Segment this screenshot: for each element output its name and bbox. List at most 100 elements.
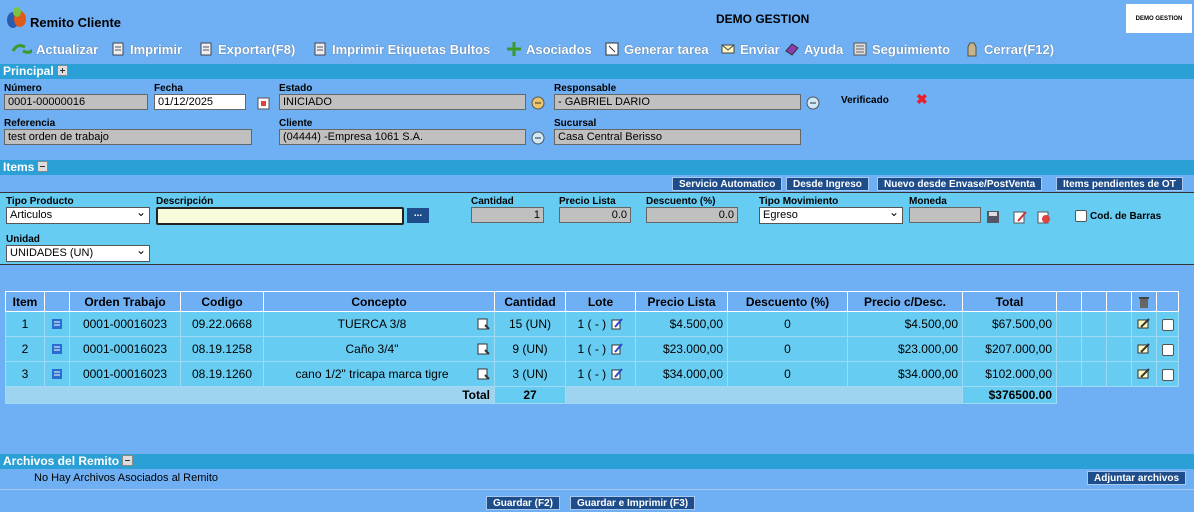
table-row[interactable]: 1 0001-00016023 09.22.0668 TUERCA 3/8 15… <box>5 311 1179 337</box>
row-checkbox[interactable] <box>1161 368 1174 381</box>
moneda-input[interactable] <box>909 207 981 223</box>
cell-item: 3 <box>5 361 45 387</box>
tipo-movimiento-select[interactable]: Egreso <box>759 205 903 224</box>
edit-item-icon[interactable] <box>1012 209 1028 225</box>
guardar-button[interactable]: Guardar (F2) <box>486 496 561 510</box>
print-button[interactable]: Imprimir <box>110 41 182 57</box>
numero-field[interactable]: 0001-00000016 <box>4 94 148 110</box>
col-precio-lista: Precio Lista <box>635 291 728 312</box>
cod-barras-toggle[interactable]: Cod. de Barras <box>1075 210 1161 222</box>
export-button[interactable]: Exportar(F8) <box>198 41 295 57</box>
ot-link-icon[interactable] <box>50 317 64 331</box>
estado-lookup-icon[interactable] <box>530 95 546 111</box>
descripcion-search-button[interactable]: ... <box>407 208 429 223</box>
guardar-imprimir-button[interactable]: Guardar e Imprimir (F3) <box>570 496 696 510</box>
edit-row-icon[interactable] <box>1137 367 1151 381</box>
cell-edit[interactable] <box>1131 361 1157 387</box>
edit-row-icon[interactable] <box>1137 317 1151 331</box>
edit-row-icon[interactable] <box>1137 342 1151 356</box>
cell-ot-icon[interactable] <box>44 361 70 387</box>
ot-link-icon[interactable] <box>50 342 64 356</box>
print-labels-button[interactable]: Imprimir Etiquetas Bultos <box>312 41 490 57</box>
delete-item-icon[interactable] <box>1036 209 1052 225</box>
cod-barras-label: Cod. de Barras <box>1090 210 1162 222</box>
generate-task-button[interactable]: Generar tarea <box>604 41 709 57</box>
unidad-select[interactable]: UNIDADES (UN) <box>6 243 150 262</box>
cell-select[interactable] <box>1156 336 1179 362</box>
refresh-icon <box>11 44 32 54</box>
desde-ingreso-button[interactable]: Desde Ingreso <box>786 177 869 191</box>
ot-link-icon[interactable] <box>50 367 64 381</box>
table-row[interactable]: 2 0001-00016023 08.19.1258 Caño 3/4" 9 (… <box>5 336 1179 362</box>
table-row[interactable]: 3 0001-00016023 08.19.1260 cano 1/2" tri… <box>5 361 1179 387</box>
archivos-title: Archivos del Remito <box>3 454 120 468</box>
sucursal-field[interactable]: Casa Central Berisso <box>554 129 801 145</box>
lote-edit-icon[interactable] <box>610 367 624 381</box>
descuento-input[interactable]: 0.0 <box>646 207 738 223</box>
cell-ot-icon[interactable] <box>44 311 70 337</box>
tracking-label: Seguimiento <box>872 41 951 57</box>
adjuntar-archivos-button[interactable]: Adjuntar archivos <box>1087 471 1187 485</box>
concepto-detail-icon[interactable] <box>476 317 490 331</box>
cliente-field[interactable]: (04444) -Empresa 1061 S.A. <box>279 129 526 145</box>
send-button[interactable]: Enviar <box>720 41 780 57</box>
cell-edit[interactable] <box>1131 336 1157 362</box>
cell-select[interactable] <box>1156 311 1179 337</box>
referencia-field[interactable]: test orden de trabajo <box>4 129 252 145</box>
cantidad-input[interactable]: 1 <box>471 207 544 223</box>
cell-ot-icon[interactable] <box>44 336 70 362</box>
table-header-row: Item Orden Trabajo Codigo Concepto Canti… <box>5 291 1179 312</box>
sucursal-label: Sucursal <box>554 118 597 129</box>
cell-codigo: 08.19.1260 <box>180 361 264 387</box>
descripcion-input[interactable] <box>156 207 404 225</box>
help-icon <box>785 43 799 56</box>
cell-extra-2 <box>1081 336 1107 362</box>
tracking-button[interactable]: Seguimiento <box>852 41 950 57</box>
expand-icon[interactable] <box>56 65 68 76</box>
cod-barras-checkbox[interactable] <box>1075 210 1087 222</box>
fecha-field[interactable]: 01/12/2025 <box>154 94 246 110</box>
no-files-text: No Hay Archivos Asociados al Remito <box>34 472 219 484</box>
cell-descuento: 0 <box>727 361 848 387</box>
servicio-automatico-button[interactable]: Servicio Automatico <box>672 177 783 191</box>
concepto-detail-icon[interactable] <box>476 342 490 356</box>
responsable-lookup-icon[interactable] <box>805 95 821 111</box>
cell-extra-1 <box>1056 361 1082 387</box>
label-print-icon <box>314 42 326 56</box>
precio-lista-input[interactable]: 0.0 <box>559 207 631 223</box>
estado-field[interactable]: INICIADO <box>279 94 526 110</box>
col-cantidad: Cantidad <box>494 291 566 312</box>
cell-edit[interactable] <box>1131 311 1157 337</box>
col-orden: Orden Trabajo <box>69 291 181 312</box>
responsable-field[interactable]: - GABRIEL DARIO <box>554 94 801 110</box>
refresh-button[interactable]: Actualizar <box>6 41 98 57</box>
lote-edit-icon[interactable] <box>610 342 624 356</box>
cliente-lookup-icon[interactable] <box>530 130 546 146</box>
cell-cantidad: 3 (UN) <box>494 361 566 387</box>
col-codigo: Codigo <box>180 291 264 312</box>
close-button[interactable]: Cerrar(F12) <box>964 41 1054 57</box>
help-button[interactable]: Ayuda <box>784 41 843 57</box>
save-item-icon[interactable] <box>985 209 1001 225</box>
lote-edit-icon[interactable] <box>610 317 624 331</box>
numero-label: Número <box>4 83 42 94</box>
cell-orden: 0001-00016023 <box>69 361 181 387</box>
principal-title: Principal <box>3 64 54 78</box>
not-verified-icon: ✖ <box>916 91 928 107</box>
cell-select[interactable] <box>1156 361 1179 387</box>
cell-total: $102.000,00 <box>962 361 1057 387</box>
archivos-section-header: Archivos del Remito <box>0 454 1194 469</box>
row-checkbox[interactable] <box>1161 343 1174 356</box>
verificado-label: Verificado <box>841 95 889 106</box>
nuevo-envase-button[interactable]: Nuevo desde Envase/PostVenta <box>877 177 1043 191</box>
trash-icon[interactable] <box>1137 295 1151 309</box>
lote-text: 1 ( - ) <box>577 366 607 381</box>
calendar-icon[interactable] <box>256 95 272 111</box>
concepto-detail-icon[interactable] <box>476 367 490 381</box>
collapse-icon[interactable] <box>122 455 134 466</box>
associates-button[interactable]: Asociados <box>506 41 592 57</box>
items-pendientes-button[interactable]: Items pendientes de OT <box>1056 177 1183 191</box>
collapse-icon[interactable] <box>37 161 49 172</box>
row-checkbox[interactable] <box>1161 318 1174 331</box>
tipo-producto-select[interactable]: Articulos <box>6 205 150 224</box>
